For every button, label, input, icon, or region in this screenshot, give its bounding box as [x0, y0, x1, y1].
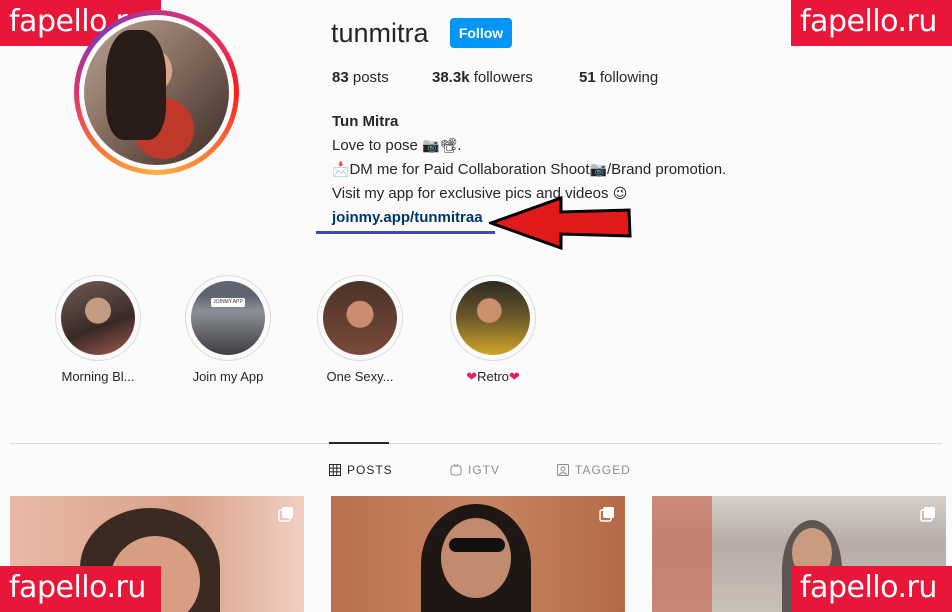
watermark-bottom-right: fapello.ru	[791, 566, 952, 612]
followers-count[interactable]: 38.3k followers	[432, 69, 533, 86]
highlight-cover	[61, 281, 135, 355]
bio-full-name: Tun Mitra	[332, 113, 399, 130]
bio-external-link[interactable]: joinmy.app/tunmitraa	[332, 209, 483, 226]
bio-line-2: 📩DM me for Paid Collaboration Shoot📷/Bra…	[332, 158, 726, 182]
highlight-label: ❤Retro❤	[466, 369, 520, 384]
posts-count: 83 posts	[332, 69, 389, 86]
grid-icon	[329, 464, 341, 476]
tab-tagged[interactable]: TAGGED	[557, 463, 631, 477]
multiple-posts-icon	[920, 507, 935, 522]
watermark-top-right: fapello.ru	[791, 0, 952, 46]
story-highlight[interactable]: JOINMY.APP Join my App	[180, 275, 276, 384]
avatar	[84, 20, 229, 165]
following-count[interactable]: 51 following	[579, 69, 658, 86]
highlight-cover	[323, 281, 397, 355]
highlight-label: Morning Bl...	[61, 369, 135, 384]
watermark-bottom-left: fapello.ru	[0, 566, 161, 612]
bio-line-1: Love to pose 📷📽.	[332, 134, 726, 158]
tagged-icon	[557, 464, 569, 476]
camera-emoji-icon: 📷	[589, 162, 607, 178]
story-highlight[interactable]: One Sexy...	[312, 275, 408, 384]
tab-posts-label: POSTS	[347, 463, 393, 477]
highlight-cover: JOINMY.APP	[191, 281, 265, 355]
camera-emoji-icon: 📷📽	[422, 138, 458, 154]
story-highlight[interactable]: ❤Retro❤	[445, 275, 541, 385]
heart-icon: ❤	[466, 369, 478, 384]
highlight-badge: JOINMY.APP	[211, 298, 245, 307]
envelope-emoji-icon: 📩	[332, 162, 350, 178]
highlight-label: One Sexy...	[326, 369, 394, 384]
multiple-posts-icon	[278, 507, 293, 522]
annotation-arrow-icon	[489, 196, 632, 250]
story-highlight[interactable]: Morning Bl...	[50, 275, 146, 384]
igtv-icon	[450, 464, 462, 476]
heart-icon: ❤	[508, 369, 520, 384]
multiple-posts-icon	[599, 507, 614, 522]
tab-posts[interactable]: POSTS	[329, 463, 393, 477]
tab-igtv-label: IGTV	[468, 463, 501, 477]
highlight-label: Join my App	[192, 369, 264, 384]
tabs-divider	[10, 443, 942, 444]
post-thumbnail[interactable]	[331, 496, 625, 612]
highlight-cover	[456, 281, 530, 355]
profile-avatar-story-ring[interactable]	[74, 10, 239, 175]
profile-username: tunmitra	[331, 18, 429, 48]
annotation-underline	[316, 231, 495, 234]
active-tab-indicator	[329, 442, 389, 444]
follow-button[interactable]: Follow	[450, 18, 512, 48]
tab-igtv[interactable]: IGTV	[450, 463, 500, 477]
tab-tagged-label: TAGGED	[575, 463, 631, 477]
